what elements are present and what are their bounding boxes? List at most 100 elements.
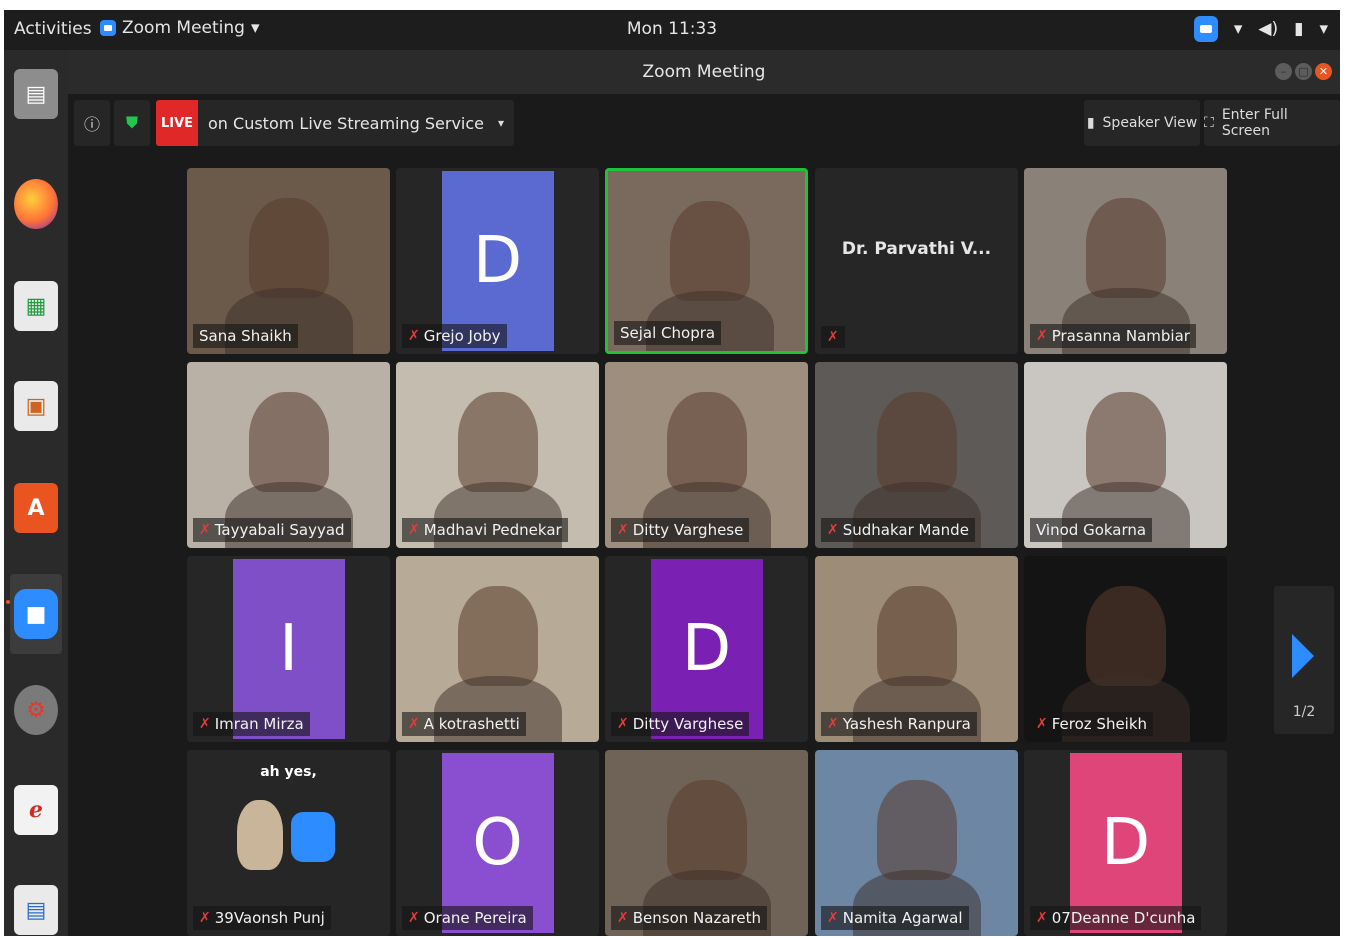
participant-tile[interactable]: D ✗ Grejo Joby	[396, 168, 599, 354]
participant-silhouette	[667, 780, 747, 880]
dock-settings[interactable]: ⚙	[10, 680, 62, 740]
dock-zoom[interactable]: ■	[6, 574, 62, 654]
speaker-view-icon: ▮	[1086, 115, 1095, 131]
participant-name-tag: ✗ Prasanna Nambiar	[1030, 324, 1196, 348]
power-menu-icon[interactable]: ▾	[1319, 19, 1328, 39]
participant-silhouette	[249, 198, 329, 298]
mic-muted-icon: ✗	[1036, 328, 1048, 344]
participant-silhouette	[667, 392, 747, 492]
system-top-bar: Activities Zoom Meeting ▾ Mon 11:33 ▾ ◀)…	[4, 10, 1340, 50]
mic-muted-icon: ✗	[617, 716, 629, 732]
participant-name: Prasanna Nambiar	[1051, 327, 1190, 345]
participant-silhouette	[1086, 392, 1166, 492]
participant-tile[interactable]: D ✗ Ditty Varghese	[605, 556, 808, 742]
participant-tile[interactable]: Dr. Parvathi V... ✗	[815, 168, 1018, 354]
meeting-info-button[interactable]: ⓘ	[74, 100, 110, 146]
dock: ▤ ▦ ▣ A ■ ⚙ ℯ ▤	[4, 50, 68, 936]
participant-name: Ditty Varghese	[632, 521, 744, 539]
participant-name-tag: ✗ Feroz Sheikh	[1030, 712, 1154, 736]
participant-tile[interactable]: O ✗ Orane Pereira	[396, 750, 599, 936]
mic-muted-icon: ✗	[408, 328, 420, 344]
writer-icon: ▤	[14, 885, 58, 935]
participant-name-tag: ✗ Namita Agarwal	[821, 906, 969, 930]
participant-tile[interactable]: ✗ Sudhakar Mande	[815, 362, 1018, 548]
participant-name: Sudhakar Mande	[842, 521, 969, 539]
participant-silhouette	[458, 586, 538, 686]
participant-tile[interactable]: ah yes, ✗ 39Vaonsh Punj	[187, 750, 390, 936]
participant-name-tag: ✗ Yashesh Ranpura	[821, 712, 977, 736]
mic-muted-icon: ✗	[827, 329, 839, 345]
participant-name-tag: ✗ Madhavi Pednekar	[402, 518, 568, 542]
participant-silhouette	[877, 586, 957, 686]
mic-muted-icon: ✗	[199, 910, 211, 926]
tile-content: Dr. Parvathi V...	[815, 168, 1018, 354]
participant-tile[interactable]: ✗ Benson Nazareth	[605, 750, 808, 936]
participant-tile[interactable]: ✗ Tayyabali Sayyad	[187, 362, 390, 548]
minimize-icon[interactable]: –	[1275, 63, 1292, 80]
system-tray[interactable]: ▾ ◀) ▮ ▾	[1193, 16, 1328, 42]
participant-name: 39Vaonsh Punj	[214, 909, 325, 927]
participant-tile[interactable]: I ✗ Imran Mirza	[187, 556, 390, 742]
full-screen-icon: ⛶	[1204, 115, 1214, 131]
clock[interactable]: Mon 11:33	[4, 19, 1340, 39]
participant-display-name: Dr. Parvathi V...	[841, 239, 992, 259]
security-button[interactable]: ⛊	[114, 100, 150, 146]
participant-name-tag: ✗ Imran Mirza	[193, 712, 310, 736]
mic-muted-icon: ✗	[617, 910, 629, 926]
participant-name-tag: ✗ Benson Nazareth	[611, 906, 767, 930]
participant-tile[interactable]: Sana Shaikh	[187, 168, 390, 354]
close-icon[interactable]: ✕	[1315, 63, 1332, 80]
participant-name-tag: Vinod Gokarna	[1030, 518, 1153, 542]
participant-tile[interactable]: ✗ Yashesh Ranpura	[815, 556, 1018, 742]
participant-tile[interactable]: ✗ Namita Agarwal	[815, 750, 1018, 936]
dock-writer[interactable]: ▤	[10, 880, 62, 936]
zoom-icon: ■	[14, 589, 58, 639]
dock-document-viewer[interactable]: ℯ	[10, 780, 62, 840]
next-page-button[interactable]: 1/2	[1274, 586, 1334, 734]
mic-muted-icon: ✗	[199, 716, 211, 732]
window-title: Zoom Meeting	[642, 62, 766, 82]
chevron-down-icon: ▾	[498, 116, 505, 130]
firefox-icon	[14, 179, 58, 229]
zoom-window: Zoom Meeting – □ ✕ ⓘ ⛊ LIVE on Custom Li…	[68, 50, 1340, 936]
participant-name: Madhavi Pednekar	[423, 521, 562, 539]
dock-firefox[interactable]	[10, 174, 62, 234]
participant-silhouette	[249, 392, 329, 492]
live-stream-dropdown[interactable]: LIVE on Custom Live Streaming Service ▾	[156, 100, 515, 146]
mic-muted-icon: ✗	[408, 716, 420, 732]
participant-tile[interactable]: ✗ Feroz Sheikh	[1024, 556, 1227, 742]
window-titlebar[interactable]: Zoom Meeting – □ ✕	[68, 50, 1340, 94]
participant-tile[interactable]: Vinod Gokarna	[1024, 362, 1227, 548]
wifi-icon: ▾	[1233, 19, 1243, 39]
participant-name: Sejal Chopra	[620, 324, 716, 342]
participant-name-tag: ✗ A kotrashetti	[402, 712, 526, 736]
maximize-icon[interactable]: □	[1295, 63, 1312, 80]
document-viewer-icon: ℯ	[14, 785, 58, 835]
shield-icon: ⛊	[125, 113, 138, 132]
mic-muted-icon: ✗	[827, 910, 839, 926]
dock-impress[interactable]: ▣	[10, 376, 62, 436]
software-center-icon: A	[14, 483, 58, 533]
settings-icon: ⚙	[14, 685, 58, 735]
desktop-screen: Activities Zoom Meeting ▾ Mon 11:33 ▾ ◀)…	[4, 10, 1340, 936]
window-controls: – □ ✕	[1275, 63, 1332, 80]
mic-muted-icon: ✗	[827, 716, 839, 732]
participant-tile[interactable]: ✗ Ditty Varghese	[605, 362, 808, 548]
participant-tile[interactable]: D ✗ 07Deanne D'cunha	[1024, 750, 1227, 936]
dock-files[interactable]: ▤	[10, 64, 62, 124]
full-screen-button[interactable]: ⛶ Enter Full Screen	[1204, 100, 1340, 146]
participant-name-tag: ✗ Orane Pereira	[402, 906, 533, 930]
participant-name: Vinod Gokarna	[1036, 521, 1147, 539]
live-badge: LIVE	[156, 100, 198, 146]
speaker-view-button[interactable]: ▮ Speaker View	[1084, 100, 1200, 146]
participant-tile[interactable]: Sejal Chopra	[605, 168, 808, 354]
participant-tile[interactable]: ✗ Prasanna Nambiar	[1024, 168, 1227, 354]
speaker-view-label: Speaker View	[1102, 115, 1198, 131]
mic-muted-icon: ✗	[1036, 716, 1048, 732]
zoom-tray-icon[interactable]	[1193, 16, 1218, 42]
participant-tile[interactable]: ✗ A kotrashetti	[396, 556, 599, 742]
dock-software[interactable]: A	[10, 478, 62, 538]
dock-calc[interactable]: ▦	[10, 276, 62, 336]
participant-tile[interactable]: ✗ Madhavi Pednekar	[396, 362, 599, 548]
participant-name-tag: ✗ Sudhakar Mande	[821, 518, 975, 542]
